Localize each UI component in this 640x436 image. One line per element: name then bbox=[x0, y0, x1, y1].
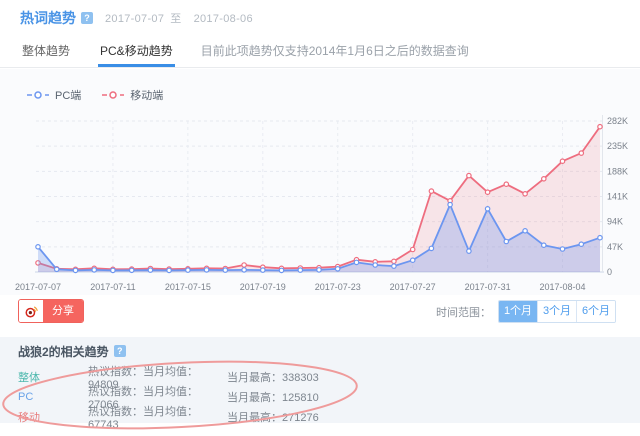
time-range-control: 时间范围： 1个月 3个月 6个月 bbox=[436, 300, 616, 323]
stat-label-pc[interactable]: PC bbox=[18, 391, 88, 403]
date-range: 2017-07-07 至 2017-08-06 bbox=[105, 10, 259, 26]
legend-label-pc: PC端 bbox=[55, 87, 81, 103]
time-range-6-month[interactable]: 6个月 bbox=[576, 301, 615, 322]
related-trend-title: 战狼2的相关趋势 bbox=[18, 343, 109, 360]
tab-pc-mobile-trend[interactable]: PC&移动趋势 bbox=[98, 42, 175, 67]
time-range-1-month[interactable]: 1个月 bbox=[499, 301, 537, 322]
hot-word-trend-panel: 热词趋势 ? 2017-07-07 至 2017-08-06 整体趋势 PC&移动趋… bbox=[0, 0, 640, 436]
legend-marker-pc-icon bbox=[26, 90, 50, 100]
legend-item-mobile[interactable]: 移动端 bbox=[101, 87, 163, 103]
stat-row-pc: PC 热议指数：当月均值：27066 当月最高：125810 bbox=[18, 383, 640, 403]
stat-max-overall: 当月最高：338303 bbox=[227, 369, 640, 385]
legend-item-pc[interactable]: PC端 bbox=[26, 87, 81, 103]
related-trend-title-row: 战狼2的相关趋势 ? bbox=[18, 343, 640, 359]
time-range-group: 1个月 3个月 6个月 bbox=[498, 300, 616, 323]
legend-marker-mobile-icon bbox=[101, 90, 125, 100]
time-range-3-month[interactable]: 3个月 bbox=[537, 301, 576, 322]
date-start: 2017-07-07 bbox=[105, 13, 164, 25]
stat-avg-mobile: 热议指数：当月均值：67743 bbox=[88, 403, 227, 431]
stat-label-overall[interactable]: 整体 bbox=[18, 369, 88, 385]
stat-row-overall: 整体 热议指数：当月均值：94809 当月最高：338303 bbox=[18, 363, 640, 383]
share-button-label: 分享 bbox=[43, 300, 83, 322]
tab-note: 目前此项趋势仅支持2014年1月6日之后的数据查询 bbox=[201, 42, 469, 67]
date-separator: 至 bbox=[170, 13, 181, 25]
related-trend-panel: 战狼2的相关趋势 ? 整体 热议指数：当月均值：94809 当月最高：33830… bbox=[0, 337, 640, 423]
stat-row-mobile: 移动 热议指数：当月均值：67743 当月最高：271276 bbox=[18, 403, 640, 423]
weibo-share-button[interactable]: 分享 bbox=[18, 299, 84, 323]
legend-label-mobile: 移动端 bbox=[130, 87, 163, 103]
chart-legend: PC端 移动端 bbox=[26, 87, 163, 103]
stat-max-mobile: 当月最高：271276 bbox=[227, 409, 640, 425]
date-end: 2017-08-06 bbox=[194, 13, 253, 25]
weibo-icon bbox=[19, 300, 43, 322]
time-range-label: 时间范围： bbox=[436, 304, 491, 320]
stat-max-pc: 当月最高：125810 bbox=[227, 389, 640, 405]
header: 热词趋势 ? 2017-07-07 至 2017-08-06 bbox=[20, 8, 259, 28]
tab-overall-trend[interactable]: 整体趋势 bbox=[20, 42, 72, 67]
tab-bar: 整体趋势 PC&移动趋势 目前此项趋势仅支持2014年1月6日之后的数据查询 bbox=[0, 42, 640, 68]
page-title: 热词趋势 bbox=[20, 8, 76, 28]
stat-label-mobile[interactable]: 移动 bbox=[18, 409, 88, 425]
help-icon[interactable]: ? bbox=[81, 12, 93, 24]
related-help-icon[interactable]: ? bbox=[114, 345, 126, 357]
